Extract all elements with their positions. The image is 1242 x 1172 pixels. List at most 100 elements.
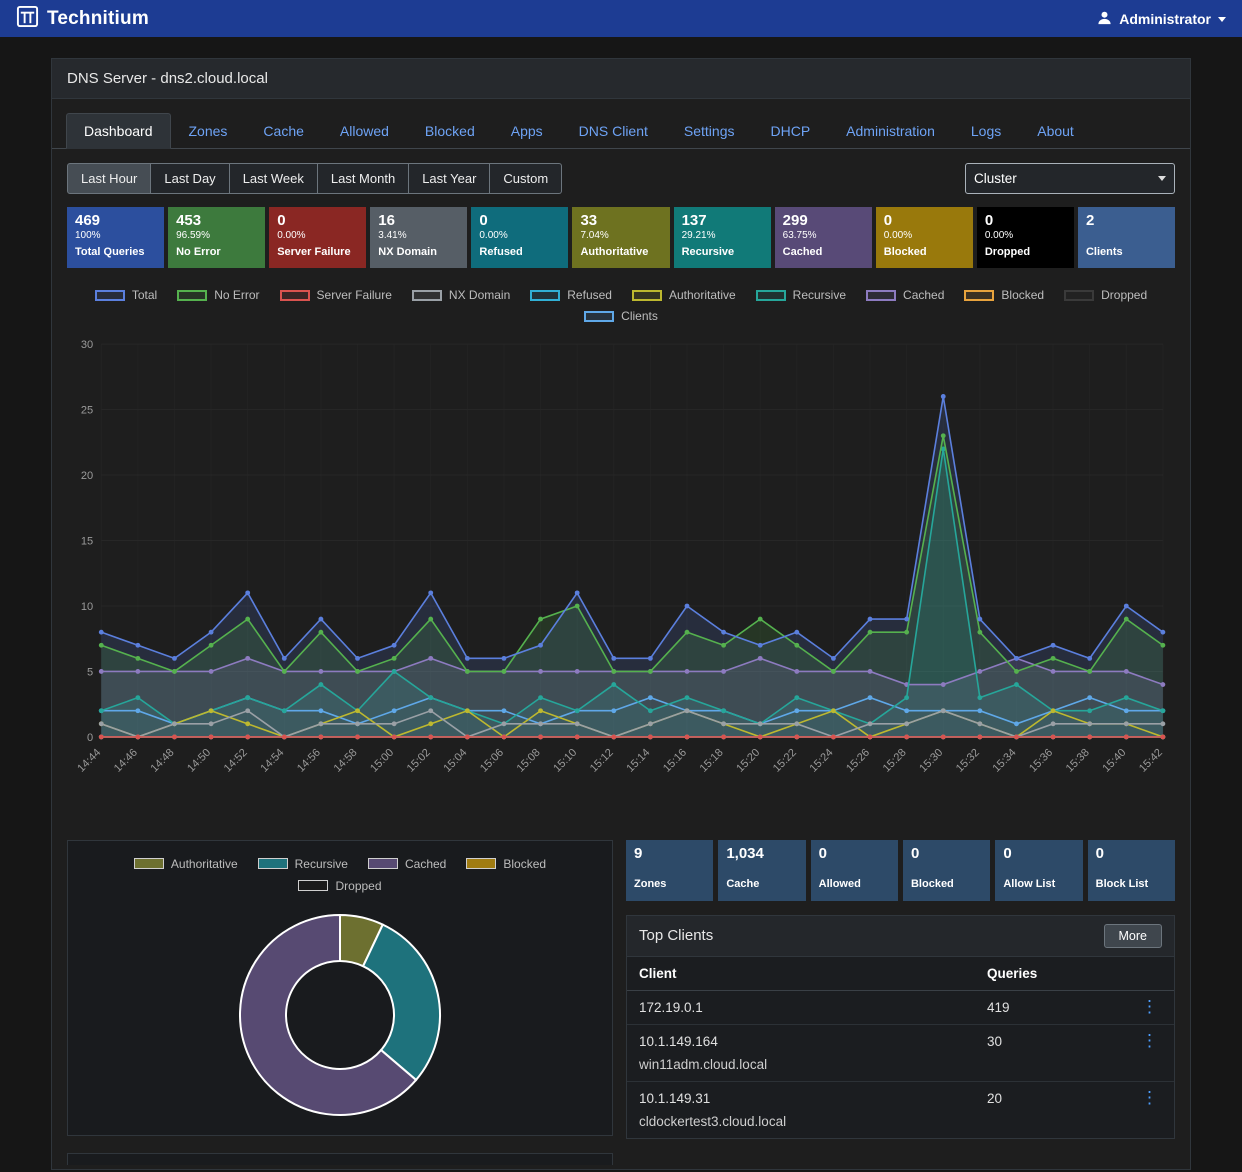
client-hostname: cldockertest3.cloud.local	[639, 1114, 963, 1129]
user-icon	[1097, 10, 1112, 28]
svg-text:15:38: 15:38	[1064, 747, 1092, 775]
time-range-last-day[interactable]: Last Day	[151, 163, 229, 194]
legend-item-cached[interactable]: Cached	[866, 288, 944, 302]
legend-item-total[interactable]: Total	[95, 288, 157, 302]
donut-legend-cached[interactable]: Cached	[368, 857, 446, 871]
svg-text:14:50: 14:50	[185, 747, 213, 775]
svg-text:14:48: 14:48	[149, 747, 177, 775]
stat-tile-clients: 2 Clients	[1078, 207, 1175, 268]
tab-about[interactable]: About	[1019, 113, 1092, 149]
tab-zones[interactable]: Zones	[171, 113, 246, 149]
svg-text:14:58: 14:58	[332, 747, 360, 775]
legend-item-server-failure[interactable]: Server Failure	[280, 288, 392, 302]
main-tab-bar: Dashboard Zones Cache Allowed Blocked Ap…	[52, 99, 1190, 149]
queries-line-chart-svg: 14:4414:4614:4814:5014:5214:5414:5614:58…	[67, 330, 1175, 834]
row-menu-icon[interactable]: ⋮	[1137, 1034, 1162, 1048]
svg-text:15:02: 15:02	[405, 747, 433, 775]
top-clients-panel: Top Clients More Client Queries	[626, 915, 1175, 1139]
time-range-last-year[interactable]: Last Year	[409, 163, 490, 194]
legend-item-authoritative[interactable]: Authoritative	[632, 288, 736, 302]
donut-legend-recursive[interactable]: Recursive	[258, 857, 348, 871]
svg-text:15:14: 15:14	[624, 747, 652, 775]
top-clients-title: Top Clients	[639, 927, 713, 944]
tab-cache[interactable]: Cache	[245, 113, 321, 149]
legend-swatch	[756, 290, 786, 301]
mini-tile-blocked: 0 Blocked	[903, 840, 990, 901]
chart-legend: Total No Error Server Failure NX Domain …	[52, 288, 1190, 323]
legend-item-blocked[interactable]: Blocked	[964, 288, 1044, 302]
brand-link[interactable]: Technitium	[16, 5, 149, 33]
mini-label: Allow List	[1003, 878, 1074, 890]
tab-dns-client[interactable]: DNS Client	[561, 113, 666, 149]
legend-item-clients[interactable]: Clients	[584, 309, 658, 323]
donut-legend-authoritative[interactable]: Authoritative	[134, 857, 238, 871]
partial-panel-wrap	[52, 1139, 1190, 1165]
stat-tile-cached: 299 63.75% Cached	[775, 207, 872, 268]
mini-value: 9	[634, 845, 705, 862]
tab-allowed[interactable]: Allowed	[322, 113, 407, 149]
tab-dashboard[interactable]: Dashboard	[66, 113, 171, 149]
svg-text:15:08: 15:08	[515, 747, 543, 775]
legend-label: Clients	[621, 309, 658, 323]
time-range-last-hour[interactable]: Last Hour	[67, 163, 151, 194]
stat-value: 453	[176, 212, 257, 229]
stat-label: Cached	[783, 246, 864, 258]
svg-text:15:10: 15:10	[551, 747, 579, 775]
stat-label: Server Failure	[277, 246, 358, 258]
query-type-donut-panel: Authoritative Recursive Cached Blocked D…	[67, 840, 613, 1136]
client-queries: 20	[975, 1081, 1125, 1138]
top-clients-header: Top Clients More	[627, 916, 1174, 957]
time-range-last-month[interactable]: Last Month	[318, 163, 409, 194]
row-menu-icon[interactable]: ⋮	[1137, 1000, 1162, 1014]
stat-percent: 0.00%	[479, 229, 560, 242]
svg-text:14:54: 14:54	[258, 747, 286, 775]
stat-value: 0	[985, 212, 1066, 229]
tab-dhcp[interactable]: DHCP	[753, 113, 829, 149]
legend-label: Blocked	[1001, 288, 1044, 302]
legend-label: Refused	[567, 288, 612, 302]
table-row: 10.1.149.31 cldockertest3.cloud.local 20…	[627, 1081, 1174, 1138]
tab-settings[interactable]: Settings	[666, 113, 753, 149]
tab-apps[interactable]: Apps	[493, 113, 561, 149]
legend-swatch	[584, 311, 614, 322]
legend-swatch	[530, 290, 560, 301]
legend-swatch	[280, 290, 310, 301]
stat-value: 16	[378, 212, 459, 229]
partial-panel	[67, 1153, 613, 1165]
donut-legend-dropped[interactable]: Dropped	[298, 879, 381, 893]
stat-tile-server-failure: 0 0.00% Server Failure	[269, 207, 366, 268]
user-menu[interactable]: Administrator	[1097, 10, 1226, 28]
time-range-custom[interactable]: Custom	[490, 163, 562, 194]
svg-text:14:52: 14:52	[222, 747, 250, 775]
legend-item-no-error[interactable]: No Error	[177, 288, 259, 302]
legend-label: NX Domain	[449, 288, 510, 302]
stat-label: Refused	[479, 246, 560, 258]
legend-label: Cached	[405, 857, 446, 871]
stat-label: Authoritative	[580, 246, 661, 258]
mini-label: Blocked	[911, 878, 982, 890]
mini-value: 0	[1096, 845, 1167, 862]
column-header-menu	[1125, 957, 1174, 991]
legend-item-recursive[interactable]: Recursive	[756, 288, 846, 302]
legend-swatch	[866, 290, 896, 301]
legend-item-dropped[interactable]: Dropped	[1064, 288, 1147, 302]
cluster-select[interactable]: Cluster	[965, 163, 1175, 194]
svg-text:15:06: 15:06	[478, 747, 506, 775]
donut-legend-blocked[interactable]: Blocked	[466, 857, 546, 871]
bottom-section: Authoritative Recursive Cached Blocked D…	[52, 834, 1190, 1139]
mini-label: Cache	[726, 878, 797, 890]
legend-item-nx-domain[interactable]: NX Domain	[412, 288, 510, 302]
row-menu-icon[interactable]: ⋮	[1137, 1091, 1162, 1105]
mini-tile-zones: 9 Zones	[626, 840, 713, 901]
mini-tile-cache: 1,034 Cache	[718, 840, 805, 901]
legend-item-refused[interactable]: Refused	[530, 288, 612, 302]
client-ip: 172.19.0.1	[639, 1000, 963, 1015]
tab-logs[interactable]: Logs	[953, 113, 1019, 149]
svg-text:15:26: 15:26	[844, 747, 872, 775]
column-header-client: Client	[627, 957, 975, 991]
tab-administration[interactable]: Administration	[828, 113, 953, 149]
tab-blocked[interactable]: Blocked	[407, 113, 493, 149]
top-clients-more-button[interactable]: More	[1104, 924, 1162, 948]
time-range-last-week[interactable]: Last Week	[230, 163, 318, 194]
stat-label: No Error	[176, 246, 257, 258]
